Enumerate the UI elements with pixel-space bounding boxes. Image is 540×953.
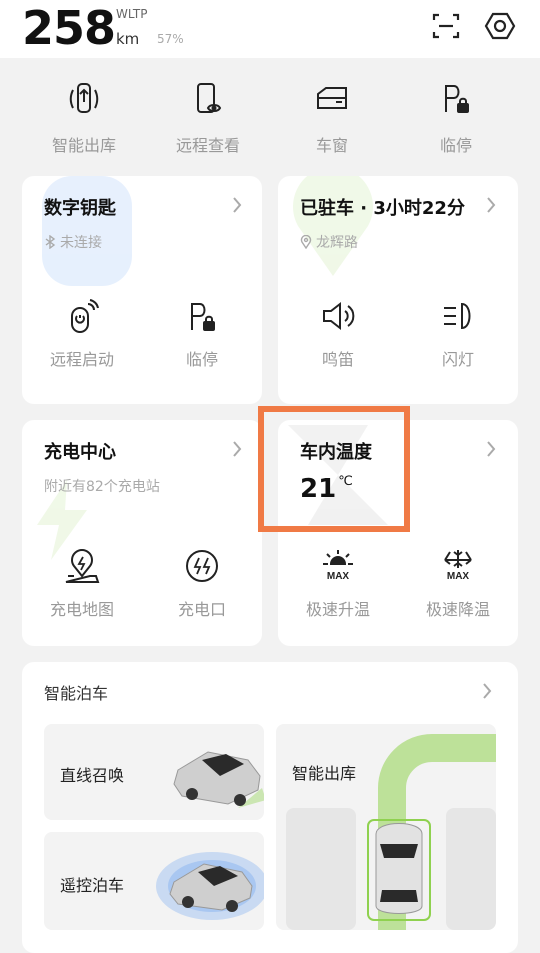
quick-action-smart-exit[interactable]: 智能出库 (34, 78, 134, 156)
parking-lot-icon (286, 734, 496, 930)
max-cool-icon: MAX (444, 550, 472, 582)
flash-lights-button[interactable]: 闪灯 (403, 296, 513, 370)
remote-start-button[interactable]: 远程启动 (27, 296, 137, 370)
chevron-right-icon[interactable] (230, 438, 244, 460)
range-standard: WLTP (116, 7, 148, 21)
window-icon (317, 87, 347, 109)
charging-stations-count: 附近有82个充电站 (44, 479, 160, 495)
quick-action-label: 智能出库 (51, 136, 116, 155)
card-title: 已驻车 · 3小时22分 (300, 198, 465, 219)
range-value: 258 (22, 1, 116, 55)
quick-action-temp-parking[interactable]: 临停 (406, 78, 506, 156)
action-label: 充电口 (177, 600, 226, 619)
action-label: 远程启动 (49, 350, 114, 369)
car-icon (156, 852, 264, 920)
charging-center-card[interactable]: 充电中心 附近有82个充电站 充电地图 充电口 (22, 420, 262, 646)
location-watermark-icon (293, 176, 373, 276)
chevron-right-icon[interactable] (484, 438, 498, 460)
action-label: 临停 (185, 350, 218, 369)
status-header: 258 WLTP km 57% (0, 0, 540, 58)
smart-exit-tile[interactable]: 智能出库 (276, 724, 496, 930)
action-label: 鸣笛 (321, 350, 354, 369)
action-label: 极速升温 (305, 600, 370, 619)
action-label: 充电地图 (49, 600, 114, 619)
charging-port-button[interactable]: 充电口 (147, 546, 257, 620)
car-icon (173, 751, 264, 808)
temp-parking-icon (191, 303, 215, 331)
max-badge: MAX (327, 571, 350, 582)
chevron-right-icon[interactable] (480, 680, 494, 702)
card-title: 数字钥匙 (44, 198, 116, 219)
tile-label: 遥控泊车 (60, 876, 125, 895)
remote-view-icon (197, 83, 222, 113)
key-status: 未连接 (44, 232, 102, 252)
max-badge: MAX (447, 571, 470, 582)
charging-map-button[interactable]: 充电地图 (27, 546, 137, 620)
max-heat-button[interactable]: MAX 极速升温 (283, 546, 393, 620)
straight-summon-tile[interactable]: 直线召唤 (44, 724, 264, 820)
action-label: 闪灯 (441, 350, 474, 369)
card-title: 充电中心 (44, 442, 116, 463)
tile-label: 直线召唤 (60, 766, 125, 785)
chevron-right-icon[interactable] (484, 194, 498, 216)
charging-map-icon (65, 549, 100, 583)
horn-icon (323, 301, 355, 331)
parked-location: 龙辉路 (300, 232, 358, 252)
action-label: 极速降温 (425, 600, 490, 619)
quick-action-window[interactable]: 车窗 (282, 78, 382, 156)
charging-port-icon (186, 550, 218, 582)
chevron-right-icon[interactable] (230, 194, 244, 216)
remote-start-icon (71, 299, 99, 333)
max-heat-icon: MAX (323, 550, 353, 582)
quick-actions-row: 智能出库 远程查看 车窗 临停 (0, 78, 540, 168)
horn-button[interactable]: 鸣笛 (283, 296, 393, 370)
bluetooth-icon (45, 235, 56, 249)
max-cool-button[interactable]: MAX 极速降温 (403, 546, 513, 620)
temp-parking-icon (445, 85, 469, 113)
range-unit: km (116, 30, 140, 48)
temp-parking-button[interactable]: 临停 (147, 296, 257, 370)
key-watermark-icon (42, 176, 132, 286)
scan-icon[interactable] (430, 10, 462, 42)
digital-key-card[interactable]: 数字钥匙 未连接 远程启动 临停 (22, 176, 262, 404)
location-pin-icon (300, 235, 312, 249)
highlight-box (258, 406, 410, 532)
settings-icon[interactable] (484, 10, 516, 42)
quick-action-remote-view[interactable]: 远程查看 (158, 78, 258, 156)
remote-parking-tile[interactable]: 遥控泊车 (44, 832, 264, 930)
parked-status-card[interactable]: 已驻车 · 3小时22分 龙辉路 鸣笛 闪灯 (278, 176, 518, 404)
flash-lights-icon (444, 302, 471, 330)
key-status-text: 未连接 (60, 235, 102, 251)
parked-location-text: 龙辉路 (316, 235, 358, 251)
battery-percent: 57% (157, 32, 184, 46)
quick-action-label: 临停 (439, 136, 472, 155)
smart-exit-icon (69, 83, 99, 113)
smart-parking-card[interactable]: 智能泊车 直线召唤 遥控泊车 智能出库 (22, 662, 518, 953)
quick-action-label: 远程查看 (175, 136, 240, 155)
quick-action-label: 车窗 (315, 136, 348, 155)
card-title: 智能泊车 (44, 684, 109, 703)
